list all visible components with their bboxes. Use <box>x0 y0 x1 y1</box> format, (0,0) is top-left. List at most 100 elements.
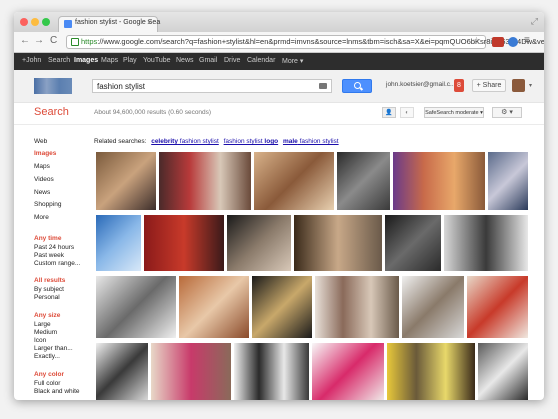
avatar[interactable] <box>512 79 525 92</box>
gbar-item-news[interactable]: News <box>176 57 194 64</box>
fullscreen-icon[interactable]: ⤢ <box>531 16 538 27</box>
size-exactly[interactable]: Exactly... <box>34 353 60 360</box>
chrome-menu-icon[interactable]: ≡ <box>524 35 530 46</box>
bookmark-star-icon[interactable]: ☆ <box>472 36 481 47</box>
forward-icon[interactable]: → <box>34 35 44 46</box>
search-query: fashion stylist <box>97 82 146 91</box>
maximize-window-icon[interactable] <box>42 18 50 26</box>
size-medium[interactable]: Medium <box>34 329 57 336</box>
image-result[interactable] <box>96 152 156 210</box>
tab-close-icon[interactable]: × <box>147 18 152 27</box>
image-result[interactable] <box>385 215 441 271</box>
gbar-item-drive[interactable]: Drive <box>224 57 240 64</box>
gbar-item-john[interactable]: +John <box>22 57 41 64</box>
minimize-window-icon[interactable] <box>31 18 39 26</box>
image-result[interactable] <box>337 152 390 210</box>
any-size-filter[interactable]: Any size <box>34 312 60 319</box>
time-custom-range[interactable]: Custom range... <box>34 260 80 267</box>
image-result[interactable] <box>252 276 312 338</box>
search-input[interactable]: fashion stylist <box>92 79 332 93</box>
close-window-icon[interactable] <box>20 18 28 26</box>
sidebar-item-videos[interactable]: Videos <box>34 176 54 183</box>
sidebar-item-web[interactable]: Web <box>34 138 47 145</box>
browser-tab[interactable]: fashion stylist - Google Sea × <box>58 16 160 32</box>
any-color-filter[interactable]: Any color <box>34 371 64 378</box>
image-result[interactable] <box>227 215 291 271</box>
image-result[interactable] <box>96 215 141 271</box>
search-label: Search <box>34 106 69 118</box>
browser-window: fashion stylist - Google Sea × ⤢ ← → C h… <box>14 12 544 400</box>
image-result[interactable] <box>144 215 224 271</box>
lock-icon <box>71 38 79 46</box>
extension-icon[interactable] <box>508 37 518 47</box>
image-result[interactable] <box>467 276 528 338</box>
image-result[interactable] <box>315 276 399 338</box>
youtube-extension-icon[interactable] <box>492 37 504 47</box>
image-result[interactable] <box>234 343 309 400</box>
all-results-filter[interactable]: All results <box>34 277 65 284</box>
google-doodle-logo[interactable] <box>34 78 72 94</box>
gbar-item-youtube[interactable]: YouTube <box>143 57 171 64</box>
gbar-item-images[interactable]: Images <box>74 57 98 64</box>
share-button[interactable]: + Share <box>472 79 506 92</box>
globe-icon[interactable]: ◐ <box>400 107 414 118</box>
related-link-celebrity[interactable]: celebrity fashion stylist <box>151 138 219 145</box>
size-large[interactable]: Large <box>34 321 51 328</box>
gbar-item-maps[interactable]: Maps <box>101 57 118 64</box>
image-result[interactable] <box>294 215 382 271</box>
chevron-down-icon[interactable]: ▾ <box>529 82 532 89</box>
any-time-filter[interactable]: Any time <box>34 235 61 242</box>
sidebar-item-maps[interactable]: Maps <box>34 163 50 170</box>
image-result[interactable] <box>387 343 475 400</box>
color-full[interactable]: Full color <box>34 380 60 387</box>
reload-icon[interactable]: C <box>50 35 57 46</box>
magnifier-icon <box>354 82 361 89</box>
image-result[interactable] <box>478 343 528 400</box>
sidebar-item-shopping[interactable]: Shopping <box>34 201 61 208</box>
google-favicon-icon <box>64 20 72 28</box>
title-bar: fashion stylist - Google Sea × ⤢ <box>14 12 544 32</box>
related-link-male[interactable]: male fashion stylist <box>283 138 339 145</box>
account-email[interactable]: john.koetsier@gmail.c... <box>386 81 455 88</box>
gbar-item-gmail[interactable]: Gmail <box>199 57 217 64</box>
image-result[interactable] <box>402 276 464 338</box>
results-count: About 94,600,000 results (0.60 seconds) <box>94 109 212 116</box>
results-by-subject[interactable]: By subject <box>34 286 64 293</box>
image-result[interactable] <box>151 343 231 400</box>
image-result[interactable] <box>488 152 528 210</box>
image-result[interactable] <box>312 343 384 400</box>
notification-badge[interactable]: 8 <box>454 79 464 92</box>
related-searches: Related searches: celebrity fashion styl… <box>94 138 339 145</box>
color-bw[interactable]: Black and white <box>34 388 80 395</box>
image-result[interactable] <box>393 152 485 210</box>
sidebar-item-more[interactable]: More <box>34 214 49 221</box>
time-past-24h[interactable]: Past 24 hours <box>34 244 74 251</box>
image-result[interactable] <box>179 276 249 338</box>
person-icon[interactable]: 👤 <box>382 107 396 118</box>
image-result[interactable] <box>96 343 148 400</box>
time-past-week[interactable]: Past week <box>34 252 64 259</box>
search-button[interactable] <box>342 79 372 93</box>
camera-icon[interactable] <box>319 83 327 89</box>
browser-toolbar: ← → C https://www.google.com/search?q=fa… <box>14 32 544 53</box>
gbar-item-search[interactable]: Search <box>48 57 70 64</box>
gbar-item-play[interactable]: Play <box>123 57 137 64</box>
gbar-item-calendar[interactable]: Calendar <box>247 57 275 64</box>
gear-icon[interactable]: ⚙ ▾ <box>492 107 522 118</box>
gbar-item-more[interactable]: More ▾ <box>282 57 303 65</box>
image-result[interactable] <box>254 152 334 210</box>
image-result[interactable] <box>159 152 251 210</box>
size-icon[interactable]: Icon <box>34 337 46 344</box>
sidebar-item-news[interactable]: News <box>34 189 50 196</box>
sidebar-item-images[interactable]: Images <box>34 150 56 157</box>
google-bar: +John Search Images Maps Play YouTube Ne… <box>14 53 544 70</box>
image-result[interactable] <box>444 215 528 271</box>
address-bar[interactable]: https://www.google.com/search?q=fashion+… <box>66 35 544 49</box>
size-larger-than[interactable]: Larger than... <box>34 345 73 352</box>
back-icon[interactable]: ← <box>20 35 30 46</box>
safesearch-button[interactable]: SafeSearch moderate ▾ <box>424 107 484 118</box>
image-result[interactable] <box>96 276 176 338</box>
results-personal[interactable]: Personal <box>34 294 60 301</box>
search-header: fashion stylist john.koetsier@gmail.c...… <box>14 70 544 103</box>
related-link-logo[interactable]: fashion stylist logo <box>224 138 279 145</box>
